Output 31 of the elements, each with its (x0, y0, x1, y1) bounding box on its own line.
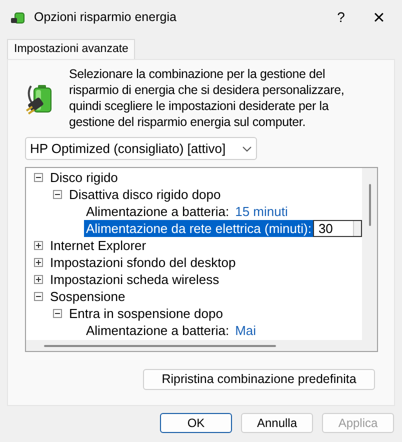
expand-icon[interactable] (34, 275, 43, 284)
setting-label[interactable]: Alimentazione da rete elettrica (minuti): (84, 220, 314, 237)
tree-item[interactable]: Internet Explorer (50, 236, 146, 256)
tree-item[interactable]: Disco rigido (50, 168, 118, 188)
setting-value[interactable]: 15 minuti (235, 202, 288, 222)
restore-defaults-button[interactable]: Ripristina combinazione predefinita (143, 369, 375, 390)
collapse-icon[interactable] (53, 309, 62, 318)
setting-label[interactable]: Alimentazione a batteria: (84, 203, 232, 220)
collapse-icon[interactable] (53, 190, 62, 199)
minutes-spinbox[interactable]: 30 (313, 220, 362, 237)
setting-value[interactable]: Mai (235, 320, 256, 340)
window-title: Opzioni risparmio energia (34, 9, 178, 26)
tree-item[interactable]: Impostazioni sfondo del desktop (50, 252, 236, 272)
tree-item[interactable]: Impostazioni scheda wireless (50, 270, 220, 290)
collapse-icon[interactable] (34, 173, 43, 182)
app-icon (10, 10, 26, 26)
help-button[interactable]: ? (326, 2, 356, 32)
dialog-button[interactable]: Annulla (241, 413, 313, 433)
close-button[interactable]: × (356, 2, 402, 32)
tree-item[interactable]: Sospensione (50, 286, 126, 306)
setting-label[interactable]: Alimentazione a batteria: (84, 322, 232, 339)
tree-item[interactable]: Disattiva disco rigido dopo (69, 184, 221, 204)
plan-dropdown[interactable]: HP Optimized (consigliato) [attivo] (25, 137, 257, 160)
tab[interactable]: Impostazioni avanzate (7, 39, 136, 59)
collapse-icon[interactable] (34, 292, 43, 301)
expand-icon[interactable] (34, 258, 43, 267)
chevron-down-icon (242, 146, 252, 152)
description-text: Selezionare la combinazione per la gestione del risparmio di energia che si desidera personalizzare, quindi scegliere le impostazioni desiderate per la gestione del risparmio energia sul computer. (69, 66, 346, 130)
expand-icon[interactable] (34, 241, 43, 250)
tree-item[interactable]: Entra in sospensione dopo (69, 304, 223, 324)
dialog-button[interactable]: OK (160, 413, 232, 433)
